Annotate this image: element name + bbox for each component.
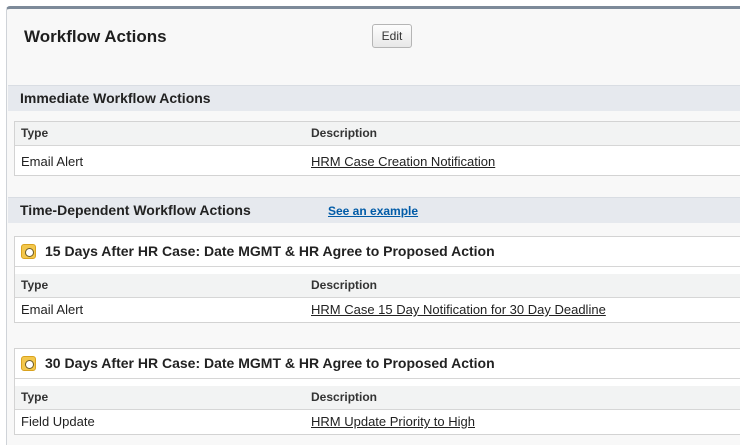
column-header-description: Description [311,278,378,292]
clock-icon [21,244,36,259]
action-description-link[interactable]: HRM Case Creation Notification [311,150,495,173]
time-trigger-label: 15 Days After HR Case: Date MGMT & HR Ag… [45,243,495,259]
table-header-row: Type Description [15,386,740,410]
page-title: Workflow Actions [24,27,167,46]
column-header-description: Description [311,126,378,140]
column-header-type: Type [21,126,49,140]
column-header-type: Type [21,278,49,292]
table-header-row: Type Description [15,122,740,146]
immediate-actions-table: Type Description Email Alert HRM Case Cr… [14,121,740,176]
column-header-type: Type [21,390,49,404]
clock-icon [21,356,36,371]
action-description-link[interactable]: HRM Case 15 Day Notification for 30 Day … [311,298,606,321]
edit-button[interactable]: Edit [372,24,412,48]
table-row: Email Alert HRM Case Creation Notificati… [15,150,740,173]
time-trigger-label: 30 Days After HR Case: Date MGMT & HR Ag… [45,355,495,371]
table-row: Email Alert HRM Case 15 Day Notification… [15,298,740,321]
immediate-section-title: Immediate Workflow Actions [20,90,211,106]
time-trigger-header: 30 Days After HR Case: Date MGMT & HR Ag… [15,349,740,379]
table-header-row: Type Description [15,274,740,298]
action-type: Email Alert [21,154,84,169]
time-trigger-group: 30 Days After HR Case: Date MGMT & HR Ag… [14,348,740,435]
action-description-link[interactable]: HRM Update Priority to High [311,410,475,433]
action-type: Field Update [21,414,95,429]
column-header-description: Description [311,390,378,404]
action-type: Email Alert [21,302,84,317]
time-trigger-header: 15 Days After HR Case: Date MGMT & HR Ag… [15,237,740,267]
see-example-link[interactable]: See an example [328,204,418,218]
time-dependent-section-title: Time-Dependent Workflow Actions [20,202,251,218]
table-row: Field Update HRM Update Priority to High [15,410,740,433]
time-trigger-group: 15 Days After HR Case: Date MGMT & HR Ag… [14,236,740,323]
